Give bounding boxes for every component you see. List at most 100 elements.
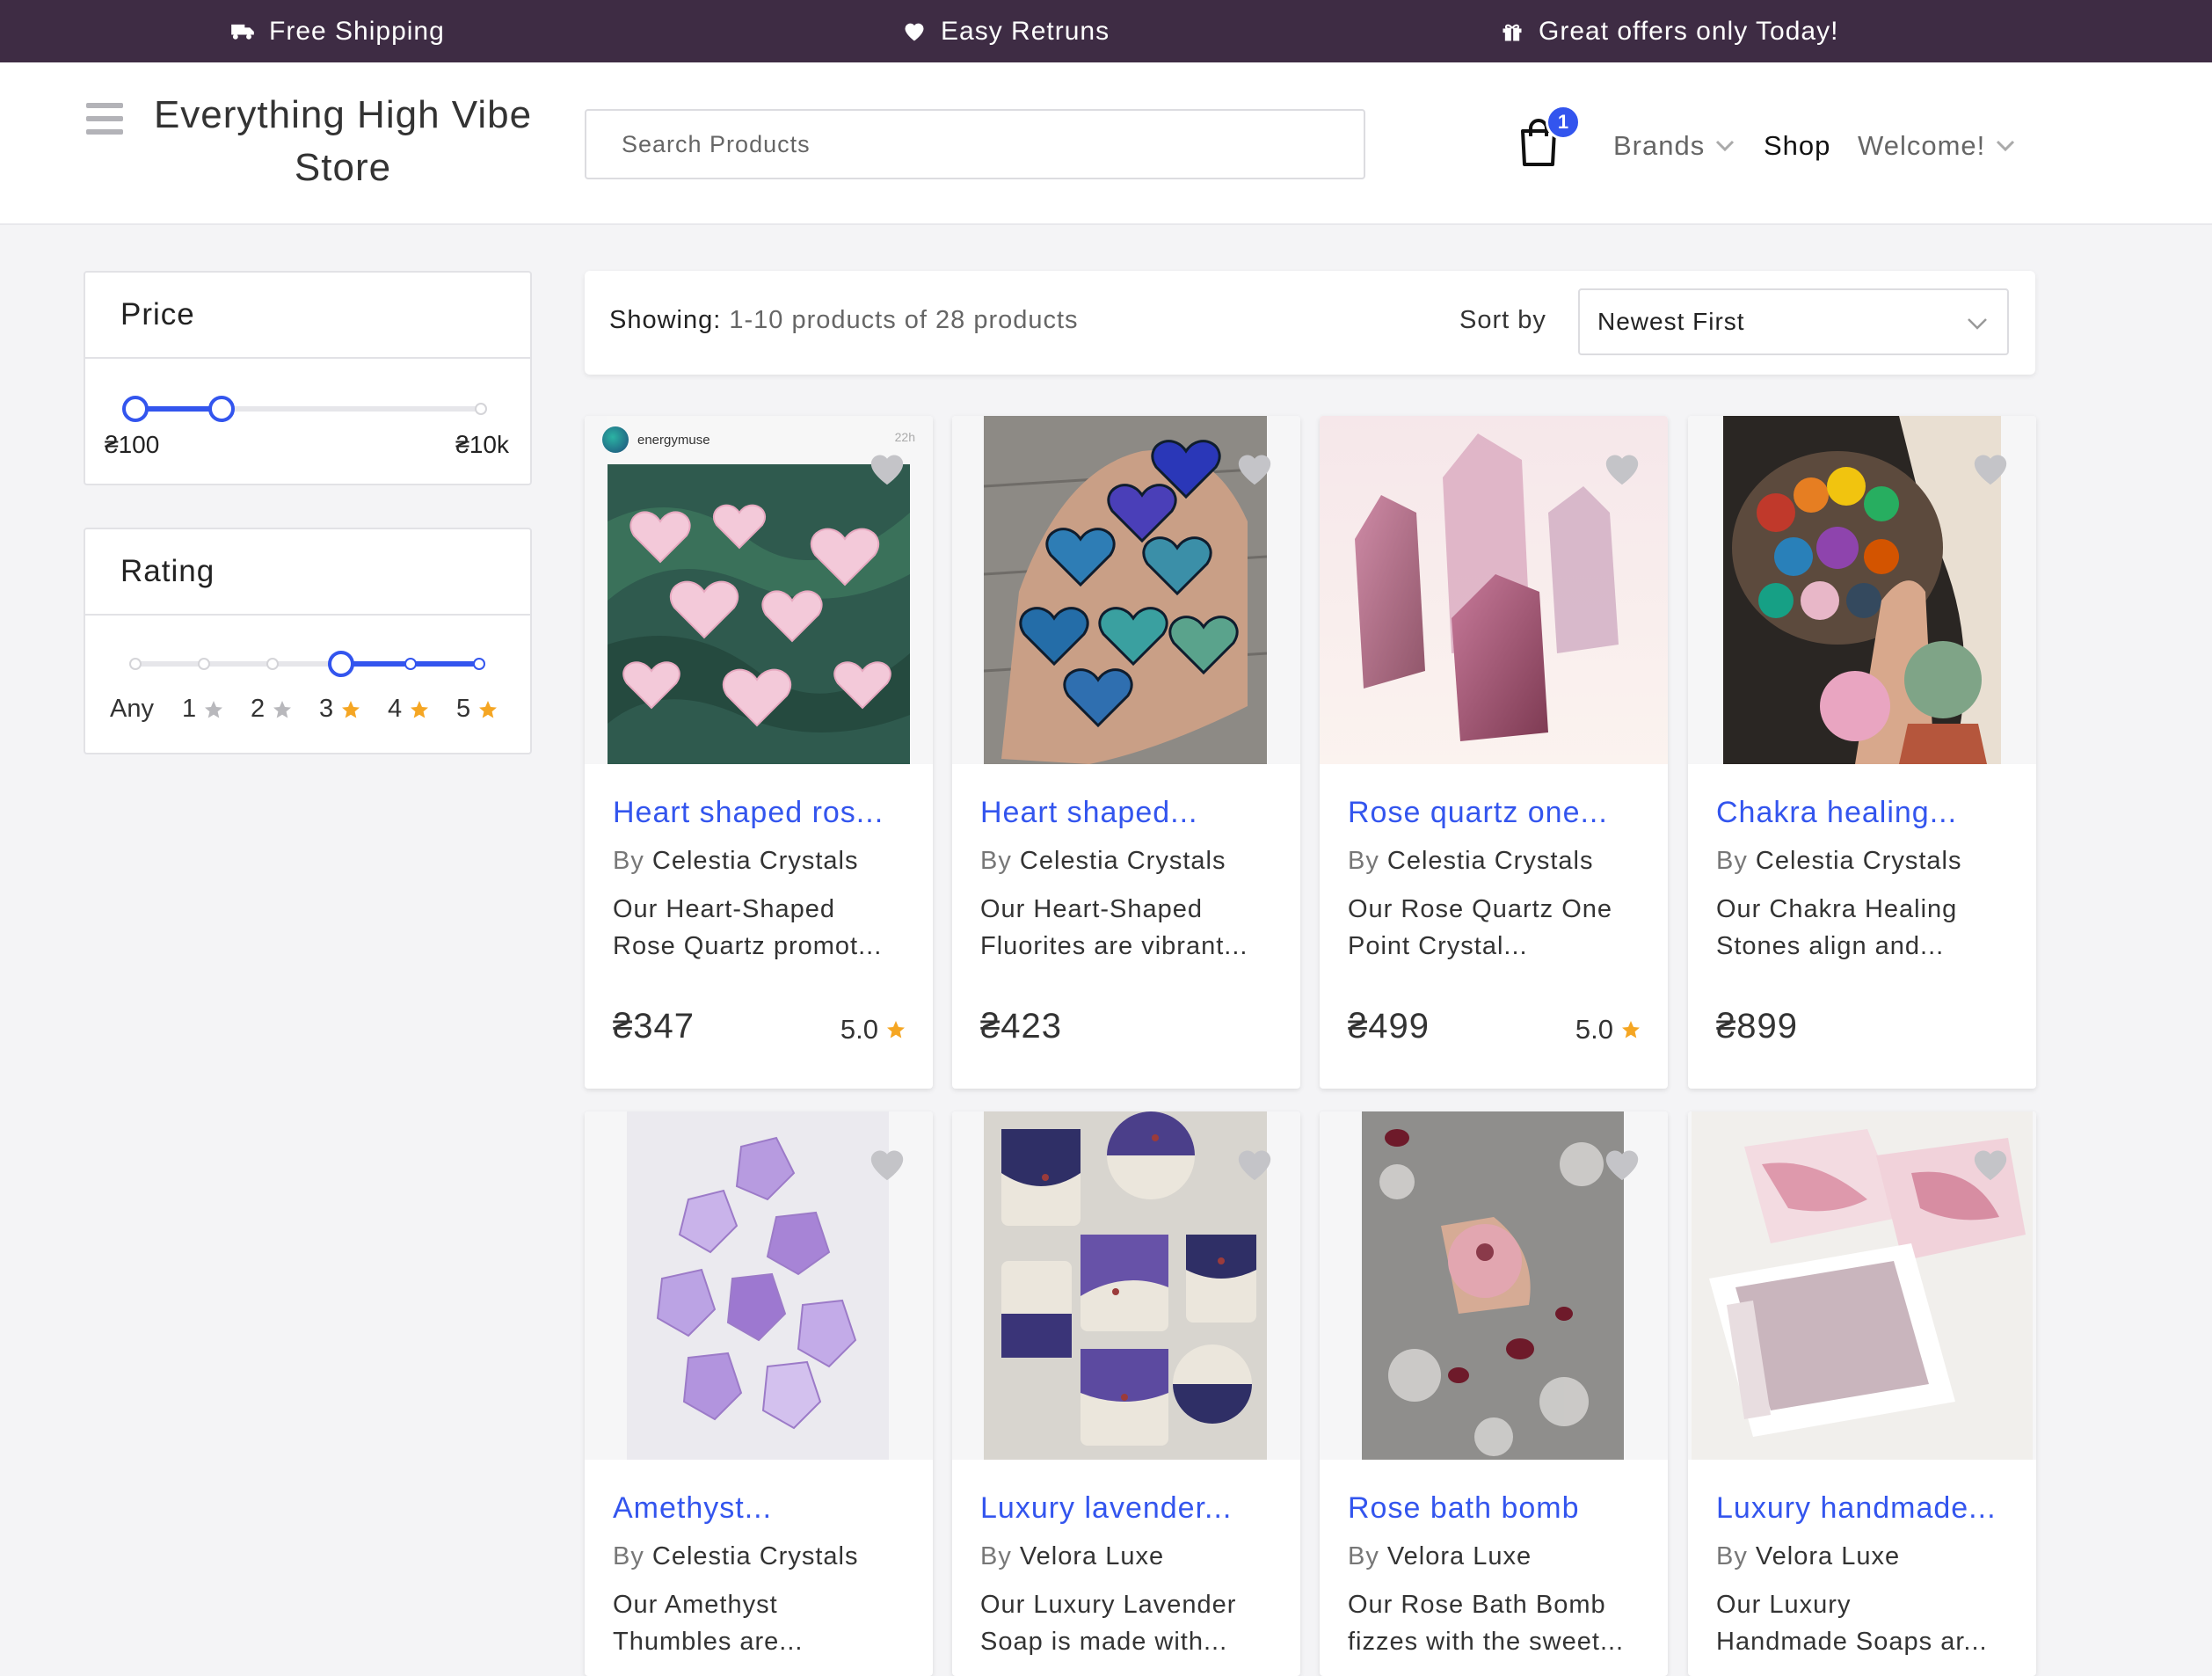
product-image[interactable] bbox=[1688, 416, 2036, 764]
product-title[interactable]: Heart shaped ros... bbox=[613, 796, 912, 830]
wishlist-heart-icon[interactable] bbox=[868, 451, 906, 486]
product-title[interactable]: Amethyst... bbox=[613, 1491, 912, 1526]
rating-option-4[interactable]: 4 bbox=[388, 695, 430, 724]
rating-dot-1[interactable] bbox=[198, 658, 210, 670]
rating-option-label: Any bbox=[110, 695, 154, 723]
rating-dot-any[interactable] bbox=[129, 658, 142, 670]
product-title[interactable]: Luxury handmade... bbox=[1716, 1491, 2015, 1526]
description-line: Our Luxury Lavender bbox=[980, 1591, 1237, 1619]
results-toolbar: Showing: 1-10 products of 28 products So… bbox=[585, 271, 2035, 375]
product-description: Our Rose Quartz One Point Crystal... bbox=[1348, 891, 1638, 965]
description-line: Soap is made with... bbox=[980, 1628, 1228, 1656]
price-slider-end-dot bbox=[475, 403, 487, 415]
description-line: Our Amethyst bbox=[613, 1591, 778, 1619]
product-card[interactable]: energymuse 22h Heart shaped ros... By Ce… bbox=[585, 416, 933, 1089]
product-description: Our Amethyst Thumbles are... bbox=[613, 1586, 903, 1660]
product-rating: 5.0 bbox=[1575, 1014, 1641, 1046]
star-icon bbox=[1622, 1021, 1640, 1038]
product-image[interactable] bbox=[1688, 1111, 2036, 1460]
rating-option-5[interactable]: 5 bbox=[456, 695, 498, 724]
nav-shop[interactable]: Shop bbox=[1764, 124, 1830, 168]
truck-icon bbox=[231, 24, 254, 40]
description-line: Our Luxury bbox=[1716, 1591, 1852, 1619]
brand-name: Celestia Crystals bbox=[1019, 847, 1226, 875]
star-icon bbox=[342, 700, 360, 718]
chakra-stones-image bbox=[1723, 416, 2001, 764]
product-card[interactable]: Chakra healing... By Celestia Crystals O… bbox=[1688, 416, 2036, 1089]
star-icon bbox=[273, 700, 292, 718]
product-card[interactable]: Rose bath bomb By Velora Luxe Our Rose B… bbox=[1320, 1111, 1668, 1676]
wishlist-heart-icon[interactable] bbox=[1971, 451, 2010, 486]
chevron-down-icon bbox=[1716, 140, 1735, 152]
product-brand: By Celestia Crystals bbox=[980, 847, 1226, 876]
nav-welcome-label: Welcome! bbox=[1858, 130, 1986, 161]
rating-option-any[interactable]: Any bbox=[110, 695, 154, 724]
product-card[interactable]: Amethyst... By Celestia Crystals Our Ame… bbox=[585, 1111, 933, 1676]
brand-name: Celestia Crystals bbox=[651, 1542, 859, 1570]
nav-brands[interactable]: Brands bbox=[1613, 124, 1735, 168]
product-title[interactable]: Rose bath bomb bbox=[1348, 1491, 1647, 1526]
sort-select-value: Newest First bbox=[1597, 308, 1745, 335]
product-card[interactable]: Luxury lavender... By Velora Luxe Our Lu… bbox=[952, 1111, 1300, 1676]
search-input[interactable] bbox=[585, 109, 1365, 179]
by-label: By bbox=[613, 847, 644, 875]
store-title[interactable]: Everything High Vibe Store bbox=[149, 89, 536, 194]
rating-dot-5[interactable] bbox=[473, 658, 485, 670]
rating-option-1[interactable]: 1 bbox=[182, 695, 224, 724]
product-title[interactable]: Rose quartz one... bbox=[1348, 796, 1647, 830]
sort-select[interactable]: Newest First bbox=[1578, 288, 2009, 355]
brand-name: Celestia Crystals bbox=[1755, 847, 1962, 875]
product-title[interactable]: Chakra healing... bbox=[1716, 796, 2015, 830]
product-title[interactable]: Luxury lavender... bbox=[980, 1491, 1279, 1526]
by-label: By bbox=[980, 1542, 1012, 1570]
rose-quartz-hearts-image bbox=[608, 416, 910, 764]
price-filter-title: Price bbox=[85, 273, 530, 359]
image-post-time: 22h bbox=[894, 430, 915, 444]
wishlist-heart-icon[interactable] bbox=[868, 1147, 906, 1182]
product-price: ₴499 bbox=[1348, 1007, 1430, 1046]
product-image[interactable] bbox=[1320, 416, 1668, 764]
rating-option-2[interactable]: 2 bbox=[251, 695, 293, 724]
product-brand: By Celestia Crystals bbox=[1348, 847, 1593, 876]
by-label: By bbox=[1348, 847, 1379, 875]
price-min-handle[interactable] bbox=[122, 396, 149, 422]
product-brand: By Velora Luxe bbox=[1348, 1542, 1532, 1571]
lavender-soap-image bbox=[984, 1111, 1267, 1460]
product-image[interactable] bbox=[1320, 1111, 1668, 1460]
product-brand: By Celestia Crystals bbox=[1716, 847, 1961, 876]
rating-dot-2[interactable] bbox=[266, 658, 279, 670]
rating-option-label: 2 bbox=[251, 695, 266, 723]
brand-name: Celestia Crystals bbox=[1386, 847, 1594, 875]
product-image[interactable]: energymuse 22h bbox=[585, 416, 933, 764]
wishlist-heart-icon[interactable] bbox=[1603, 1147, 1641, 1182]
price-max-handle[interactable] bbox=[208, 396, 235, 422]
wishlist-heart-icon[interactable] bbox=[1235, 451, 1274, 486]
product-card[interactable]: Luxury handmade... By Velora Luxe Our Lu… bbox=[1688, 1111, 2036, 1676]
wishlist-heart-icon[interactable] bbox=[1603, 451, 1641, 486]
product-image[interactable] bbox=[585, 1111, 933, 1460]
rating-dot-4[interactable] bbox=[404, 658, 417, 670]
store-title-line2: Store bbox=[294, 146, 392, 189]
chevron-down-icon bbox=[1997, 140, 2015, 152]
menu-icon[interactable] bbox=[86, 103, 123, 135]
nav-brands-label: Brands bbox=[1613, 130, 1706, 161]
chevron-down-icon bbox=[1968, 318, 1987, 330]
product-card[interactable]: Rose quartz one... By Celestia Crystals … bbox=[1320, 416, 1668, 1089]
product-rating: 5.0 bbox=[840, 1014, 906, 1046]
nav-welcome[interactable]: Welcome! bbox=[1858, 124, 2015, 168]
rating-option-3[interactable]: 3 bbox=[319, 695, 361, 724]
product-card[interactable]: Heart shaped... By Celestia Crystals Our… bbox=[952, 416, 1300, 1089]
product-image[interactable] bbox=[952, 416, 1300, 764]
by-label: By bbox=[1348, 1542, 1379, 1570]
product-title[interactable]: Heart shaped... bbox=[980, 796, 1279, 830]
wishlist-heart-icon[interactable] bbox=[1235, 1147, 1274, 1182]
sort-label: Sort by bbox=[1459, 306, 1546, 334]
wishlist-heart-icon[interactable] bbox=[1971, 1147, 2010, 1182]
brand-name: Velora Luxe bbox=[1755, 1542, 1901, 1570]
amethyst-image bbox=[627, 1111, 889, 1460]
description-line: Fluorites are vibrant... bbox=[980, 932, 1248, 960]
product-description: Our Luxury Handmade Soaps ar... bbox=[1716, 1586, 2006, 1660]
description-line: Stones align and... bbox=[1716, 932, 1945, 960]
product-image[interactable] bbox=[952, 1111, 1300, 1460]
rating-min-handle[interactable] bbox=[328, 651, 354, 677]
